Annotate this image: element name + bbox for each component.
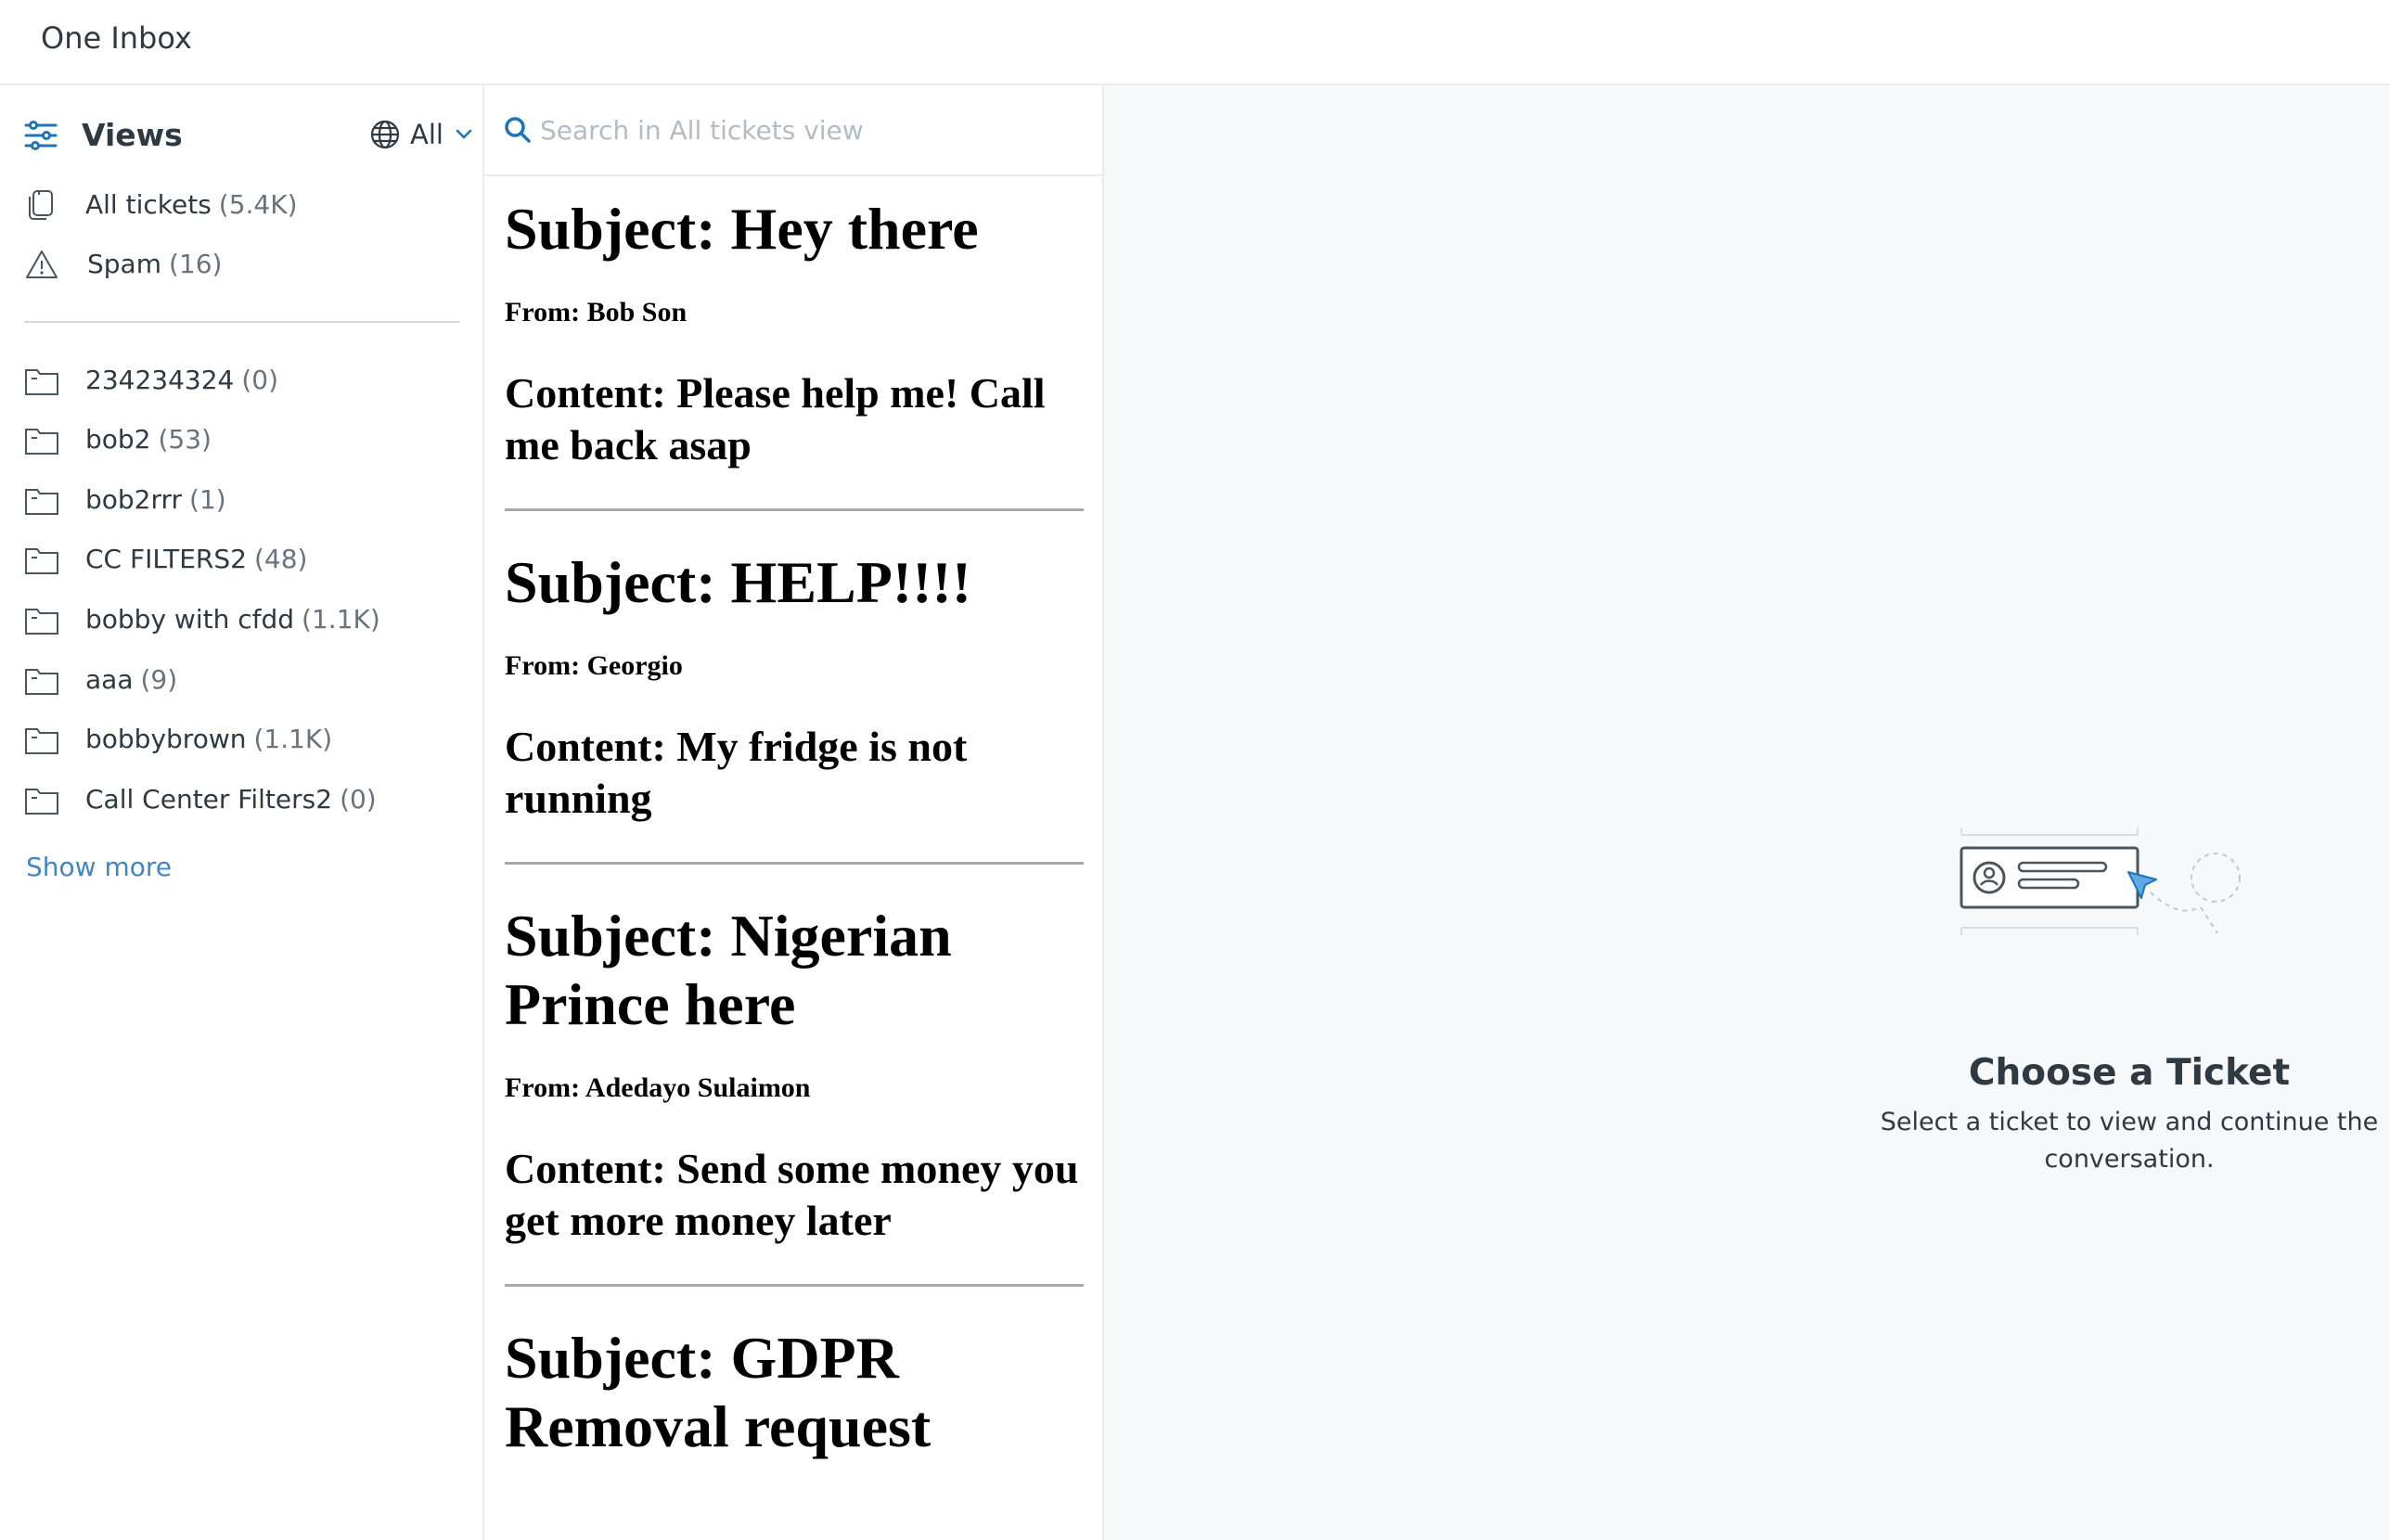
ticket-content: Content: Please help me! Call me back as… (505, 369, 1046, 468)
search-bar (484, 85, 1102, 176)
folder-icon (25, 789, 58, 815)
search-input[interactable] (540, 106, 1078, 154)
copy-icon (29, 190, 53, 220)
sidebar-item-count: (16) (168, 249, 223, 279)
scope-label: All (410, 119, 443, 150)
sidebar-item-count: (1.1K) (253, 724, 333, 754)
sidebar-item-count: (53) (158, 424, 212, 455)
ticket-subject: Subject: Hey there (505, 196, 979, 262)
scope-dropdown[interactable]: All (362, 117, 473, 154)
sidebar-item-count: (0) (340, 784, 377, 815)
sidebar-item-label: bobbybrown (85, 724, 247, 754)
sidebar-item-folder[interactable]: Call Center Filters2 (0) (24, 778, 460, 823)
sidebar-item-count: (0) (241, 365, 279, 395)
sidebar-item-folder[interactable]: bobby with cfdd (1.1K) (24, 598, 460, 643)
globe-icon (370, 120, 400, 149)
ticket-subject: Subject: GDPR Removal request (505, 1325, 932, 1459)
folder-icon (25, 369, 58, 395)
sidebar-item-label: All tickets (85, 189, 212, 220)
views-header: Views All (24, 113, 472, 160)
folder-icon (25, 669, 58, 695)
sidebar-item-folder[interactable]: CC FILTERS2 (48) (24, 538, 460, 583)
empty-state-title: Choose a Ticket (1968, 1052, 2291, 1094)
sidebar-item-label: bob2rrr (85, 484, 183, 515)
folder-icon (25, 548, 58, 574)
folder-icon (25, 609, 58, 635)
ticket-item[interactable]: Subject: HELP!!!! From: Georgio Content:… (505, 548, 1084, 865)
ticket-content: Content: My fridge is not running (505, 723, 968, 822)
ticket-list-panel: Subject: Hey there From: Bob Son Content… (484, 85, 1104, 1540)
sidebar-item-count: (5.4K) (218, 189, 298, 220)
chevron-down-icon (456, 129, 472, 139)
warning-icon (26, 250, 58, 278)
ticket-subject: Subject: Nigerian Prince here (505, 903, 952, 1037)
sidebar-item-count: (48) (253, 544, 308, 574)
sidebar-item-folder[interactable]: bob2rrr (1) (24, 479, 460, 523)
ticket-detail-panel: Choose a Ticket Select a ticket to view … (1104, 85, 2390, 1540)
ticket-item[interactable]: Subject: Nigerian Prince here From: Aded… (505, 902, 1084, 1287)
views-sidebar: Views All All tickets (5.4K) Spam (16) 2… (0, 85, 484, 1540)
show-more-link[interactable]: Show more (26, 852, 172, 882)
ticket-from: From: Adedayo Sulaimon (505, 1072, 811, 1103)
sidebar-item-label: bob2 (85, 424, 151, 455)
sidebar-item-spam[interactable]: Spam (16) (24, 243, 460, 288)
sliders-icon[interactable] (24, 119, 58, 152)
ticket-content: Content: Send some money you get more mo… (505, 1145, 1079, 1244)
sidebar-item-folder[interactable]: bob2 (53) (24, 418, 460, 463)
ticket-from: From: Bob Son (505, 297, 687, 327)
ticket-from: From: Georgio (505, 650, 683, 681)
folder-icon (25, 489, 58, 515)
sidebar-item-count: (9) (140, 664, 178, 695)
search-icon (505, 117, 531, 143)
sidebar-item-count: (1) (189, 484, 226, 515)
empty-state-subtitle: Select a ticket to view and continue the… (1880, 1108, 2379, 1174)
sidebar-item-label: Spam (87, 249, 161, 279)
ticket-subject: Subject: HELP!!!! (505, 549, 972, 615)
ticket-item[interactable]: Subject: GDPR Removal request (505, 1324, 1084, 1498)
app-title: One Inbox (41, 20, 192, 56)
ticket-item[interactable]: Subject: Hey there From: Bob Son Content… (505, 195, 1084, 511)
sidebar-item-all-tickets[interactable]: All tickets (5.4K) (24, 184, 460, 228)
sidebar-item-label: bobby with cfdd (85, 604, 295, 635)
sidebar-divider (24, 321, 460, 323)
ticket-select-illustration-icon (1960, 828, 2241, 935)
sidebar-item-folder[interactable]: bobbybrown (1.1K) (24, 718, 460, 763)
sidebar-item-label: 234234324 (85, 365, 235, 395)
sidebar-item-label: aaa (85, 664, 134, 695)
sidebar-item-label: CC FILTERS2 (85, 544, 247, 574)
ticket-list: Subject: Hey there From: Bob Son Content… (505, 195, 1084, 1535)
sidebar-item-count: (1.1K) (302, 604, 380, 635)
sidebar-item-label: Call Center Filters2 (85, 784, 333, 815)
views-title: Views (82, 117, 183, 153)
sidebar-item-folder[interactable]: aaa (9) (24, 659, 460, 703)
folder-icon (25, 429, 58, 455)
folder-icon (25, 728, 58, 754)
top-bar: One Inbox (0, 0, 2390, 85)
sidebar-item-folder[interactable]: 234234324 (0) (24, 359, 460, 404)
